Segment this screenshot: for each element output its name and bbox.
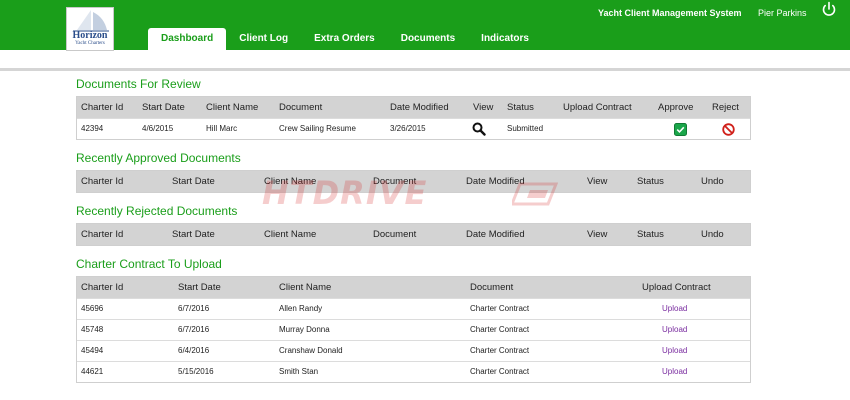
- col-document[interactable]: Document: [373, 224, 416, 245]
- cell-client-name: Murray Donna: [279, 325, 330, 334]
- cell-charter-id: 42394: [81, 124, 104, 133]
- col-date-modified[interactable]: Date Modified: [466, 224, 525, 245]
- col-undo: Undo: [701, 176, 724, 187]
- col-approve: Approve: [658, 102, 694, 113]
- col-document[interactable]: Document: [373, 171, 416, 192]
- review-table: Charter Id Start Date Client Name Docume…: [76, 96, 751, 140]
- cell-charter-id: 44621: [81, 367, 104, 376]
- col-upload-contract: Upload Contract: [642, 282, 711, 293]
- table-row: 45696 6/7/2016 Allen Randy Charter Contr…: [77, 298, 750, 319]
- col-upload-contract: Upload Contract: [563, 102, 632, 113]
- table-row: 45494 6/4/2016 Cranshaw Donald Charter C…: [77, 340, 750, 361]
- col-document[interactable]: Document: [279, 97, 322, 118]
- col-status[interactable]: Status: [637, 224, 664, 245]
- table-row: 44621 5/15/2016 Smith Stan Charter Contr…: [77, 361, 750, 382]
- review-table-header: Charter Id Start Date Client Name Docume…: [77, 97, 750, 118]
- col-date-modified[interactable]: Date Modified: [390, 97, 449, 118]
- cell-charter-id: 45696: [81, 304, 104, 313]
- rejected-table: Charter Id Start Date Client Name Docume…: [76, 223, 751, 246]
- col-charter-id[interactable]: Charter Id: [81, 97, 123, 118]
- cell-charter-id: 45748: [81, 325, 104, 334]
- col-view: View: [587, 229, 608, 240]
- cell-document: Charter Contract: [470, 325, 530, 334]
- main-nav: Dashboard Client Log Extra Orders Docume…: [148, 28, 542, 50]
- cell-start-date: 6/7/2016: [178, 325, 210, 334]
- tab-indicators[interactable]: Indicators: [468, 28, 542, 50]
- tab-extra-orders[interactable]: Extra Orders: [301, 28, 388, 50]
- cell-document: Charter Contract: [470, 367, 530, 376]
- col-start-date[interactable]: Start Date: [172, 224, 215, 245]
- tab-client-log[interactable]: Client Log: [226, 28, 301, 50]
- contracts-table-header: Charter Id Start Date Client Name Docume…: [77, 277, 750, 298]
- col-client-name[interactable]: Client Name: [264, 171, 316, 192]
- check-icon[interactable]: [674, 123, 687, 136]
- cell-client-name: Allen Randy: [279, 304, 323, 313]
- cell-date-modified: 3/26/2015: [390, 124, 426, 133]
- cell-start-date: 5/15/2016: [178, 367, 214, 376]
- tab-documents[interactable]: Documents: [388, 28, 468, 50]
- approved-table: Charter Id Start Date Client Name Docume…: [76, 170, 751, 193]
- col-document[interactable]: Document: [470, 277, 513, 298]
- col-client-name[interactable]: Client Name: [264, 224, 316, 245]
- cell-document: Charter Contract: [470, 346, 530, 355]
- sail-icon: [73, 10, 109, 32]
- cell-client-name: Cranshaw Donald: [279, 346, 343, 355]
- system-name: Yacht Client Management System: [598, 8, 742, 18]
- logo-name: Horizon: [72, 30, 108, 41]
- rejected-section-title: Recently Rejected Documents: [76, 204, 238, 218]
- col-undo: Undo: [701, 229, 724, 240]
- cell-start-date: 6/7/2016: [178, 304, 210, 313]
- cell-status: Submitted: [507, 124, 544, 133]
- col-view: View: [587, 176, 608, 187]
- col-charter-id[interactable]: Charter Id: [81, 224, 123, 245]
- col-view: View: [473, 102, 494, 113]
- user-name[interactable]: Pier Parkins: [758, 8, 807, 18]
- table-row: 42394 4/6/2015 Hill Marc Crew Sailing Re…: [77, 118, 750, 139]
- cell-client-name: Hill Marc: [206, 124, 238, 133]
- col-charter-id[interactable]: Charter Id: [81, 277, 123, 298]
- header-divider: [0, 68, 850, 71]
- table-row: 45748 6/7/2016 Murray Donna Charter Cont…: [77, 319, 750, 340]
- col-client-name[interactable]: Client Name: [206, 97, 258, 118]
- no-entry-icon[interactable]: [722, 123, 735, 136]
- cell-start-date: 6/4/2016: [178, 346, 210, 355]
- cell-client-name: Smith Stan: [279, 367, 319, 376]
- col-status[interactable]: Status: [507, 97, 534, 118]
- cell-start-date: 4/6/2015: [142, 124, 174, 133]
- col-charter-id[interactable]: Charter Id: [81, 171, 123, 192]
- upload-link[interactable]: Upload: [662, 341, 687, 361]
- review-section-title: Documents For Review: [76, 77, 201, 91]
- contracts-section-title: Charter Contract To Upload: [76, 257, 222, 271]
- cell-document: Charter Contract: [470, 304, 530, 313]
- col-start-date[interactable]: Start Date: [172, 171, 215, 192]
- col-start-date[interactable]: Start Date: [142, 97, 185, 118]
- rejected-table-header: Charter Id Start Date Client Name Docume…: [77, 224, 750, 245]
- magnifier-icon[interactable]: [472, 122, 486, 136]
- cell-document: Crew Sailing Resume: [279, 124, 356, 133]
- power-icon[interactable]: [821, 1, 837, 17]
- col-reject: Reject: [712, 102, 739, 113]
- tab-dashboard[interactable]: Dashboard: [148, 28, 227, 50]
- col-status[interactable]: Status: [637, 171, 664, 192]
- upload-link[interactable]: Upload: [662, 299, 687, 319]
- contracts-table: Charter Id Start Date Client Name Docume…: [76, 276, 751, 383]
- upload-link[interactable]: Upload: [662, 320, 687, 340]
- approved-table-header: Charter Id Start Date Client Name Docume…: [77, 171, 750, 192]
- cell-charter-id: 45494: [81, 346, 104, 355]
- company-logo[interactable]: Horizon Yacht Charters: [66, 7, 114, 51]
- col-date-modified[interactable]: Date Modified: [466, 171, 525, 192]
- upload-link[interactable]: Upload: [662, 362, 687, 382]
- top-bar: Horizon Yacht Charters Dashboard Client …: [0, 0, 850, 51]
- col-client-name[interactable]: Client Name: [279, 277, 331, 298]
- approved-section-title: Recently Approved Documents: [76, 151, 241, 165]
- logo-subtitle: Yacht Charters: [75, 41, 105, 46]
- col-start-date[interactable]: Start Date: [178, 277, 221, 298]
